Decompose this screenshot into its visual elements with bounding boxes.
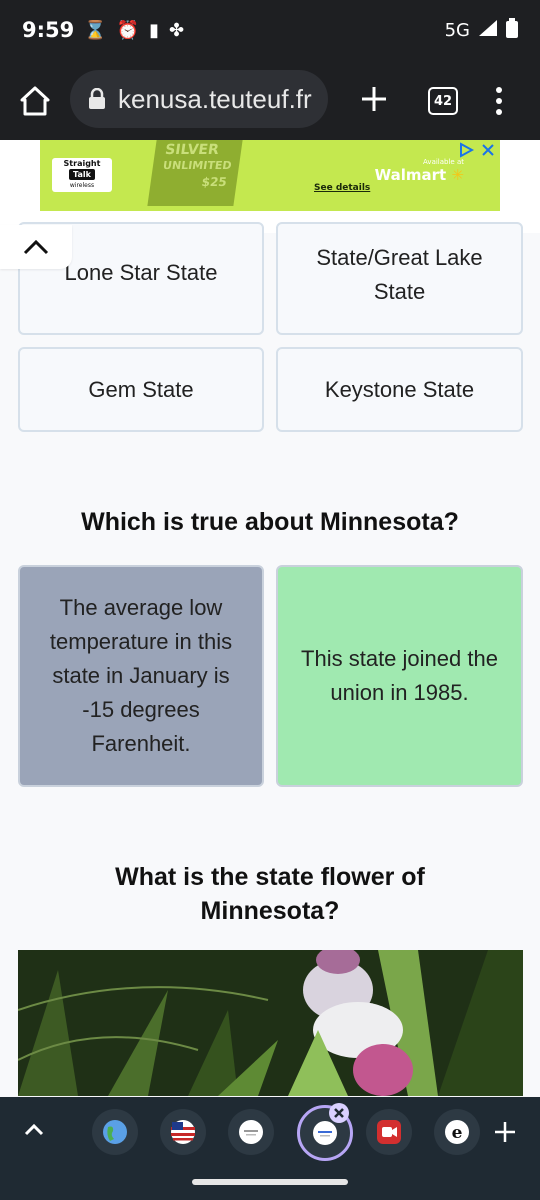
chevron-up-icon: [23, 239, 49, 255]
ad-brand-logo: Straight Talk wireless: [52, 158, 112, 192]
option-card-gem-state[interactable]: Gem State: [18, 347, 264, 432]
option-card-great-lake[interactable]: State/Great Lake State: [276, 222, 523, 335]
close-tab-button[interactable]: [329, 1103, 349, 1123]
ad-card-price: $25: [200, 175, 228, 189]
ad-store-name: Walmart: [374, 166, 447, 184]
ad-brand-line1: Straight: [63, 159, 101, 168]
question-title: Which is true about Minnesota?: [81, 508, 459, 536]
question-title-flower: What is the state flower of Minnesota?: [115, 863, 425, 925]
option-label: Gem State: [88, 376, 194, 402]
ad-card-line1: SILVER: [164, 142, 220, 158]
status-time: 9:59: [22, 18, 75, 42]
battery-icon: [506, 17, 518, 43]
tab-page[interactable]: [228, 1109, 274, 1155]
overflow-menu-button[interactable]: [490, 84, 508, 118]
chevron-up-icon: [24, 1123, 44, 1136]
e-favicon-icon: e: [445, 1120, 469, 1144]
status-bar: 9:59 ⌛ ⏰ ▮ ✤ 5G: [0, 0, 540, 60]
ad-sim-card: SILVER UNLIMITED $25: [147, 140, 243, 206]
ad-container: Straight Talk wireless SILVER UNLIMITED …: [0, 140, 540, 233]
option-label: State/Great Lake State: [316, 245, 483, 304]
hourglass-icon: ⌛: [84, 19, 107, 41]
option-card-keystone-state[interactable]: Keystone State: [276, 347, 523, 432]
lock-icon: [89, 88, 105, 109]
option-label: Keystone State: [324, 376, 475, 402]
new-tab-button[interactable]: [357, 82, 391, 116]
home-button[interactable]: [18, 84, 52, 118]
ad-card-line2: UNLIMITED: [162, 159, 233, 172]
plus-icon: [362, 87, 386, 111]
collapse-ad-button[interactable]: [0, 225, 72, 269]
browser-toolbar: kenusa.teuteuf.fr 42: [0, 60, 540, 140]
tab-globe[interactable]: [92, 1109, 138, 1155]
ad-banner[interactable]: Straight Talk wireless SILVER UNLIMITED …: [40, 140, 500, 211]
plus-icon: [495, 1122, 515, 1142]
tab-group-strip: e: [0, 1097, 540, 1167]
home-icon: [20, 86, 50, 116]
spark-icon: ✳: [451, 166, 464, 184]
ad-brand-line2: Talk: [69, 169, 95, 180]
lady-slipper-image: [18, 950, 523, 1096]
us-flag-icon: [171, 1120, 195, 1144]
expand-tabs-button[interactable]: [20, 1119, 48, 1143]
address-bar[interactable]: kenusa.teuteuf.fr: [70, 70, 328, 128]
network-type: 5G: [444, 19, 470, 41]
ad-close-icon[interactable]: [480, 142, 496, 158]
signal-icon: [478, 19, 498, 42]
tab-e[interactable]: e: [434, 1109, 480, 1155]
more-vert-icon: [496, 87, 502, 115]
page-favicon-icon: [313, 1121, 337, 1145]
url-text: kenusa.teuteuf.fr: [118, 83, 312, 114]
tab-switcher-button[interactable]: 42: [428, 87, 458, 115]
answer-card-statehood[interactable]: This state joined the union in 1985.: [276, 565, 523, 787]
page-favicon-icon: [239, 1120, 263, 1144]
answer-card-temperature[interactable]: The average low temperature in this stat…: [18, 565, 264, 787]
add-tab-button[interactable]: [492, 1119, 518, 1149]
ad-brand-line3: wireless: [69, 182, 95, 189]
option-label: Lone Star State: [64, 260, 218, 285]
ad-see-details-link[interactable]: See details: [314, 183, 370, 193]
ad-walmart-logo: Available at Walmart ✳: [375, 158, 464, 184]
system-nav-bar: [0, 1167, 540, 1200]
tab-count: 42: [433, 93, 453, 109]
close-icon: [334, 1108, 344, 1118]
battery-saver-icon: ▮: [149, 19, 159, 41]
alarm-icon: ⏰: [116, 19, 140, 41]
answer-label: This state joined the union in 1985.: [301, 646, 498, 705]
ad-available-at: Available at: [423, 158, 464, 166]
svg-text:e: e: [452, 1123, 463, 1143]
gesture-handle[interactable]: [192, 1179, 348, 1185]
pinwheel-icon: ✤: [168, 19, 185, 41]
flower-photo: [18, 950, 523, 1096]
tab-us-flag[interactable]: [160, 1109, 206, 1155]
video-call-icon: [377, 1120, 401, 1144]
answer-label: The average low temperature in this stat…: [49, 595, 233, 756]
adchoices-icon[interactable]: [458, 142, 474, 158]
globe-icon: [103, 1120, 127, 1144]
tab-video[interactable]: [366, 1109, 412, 1155]
